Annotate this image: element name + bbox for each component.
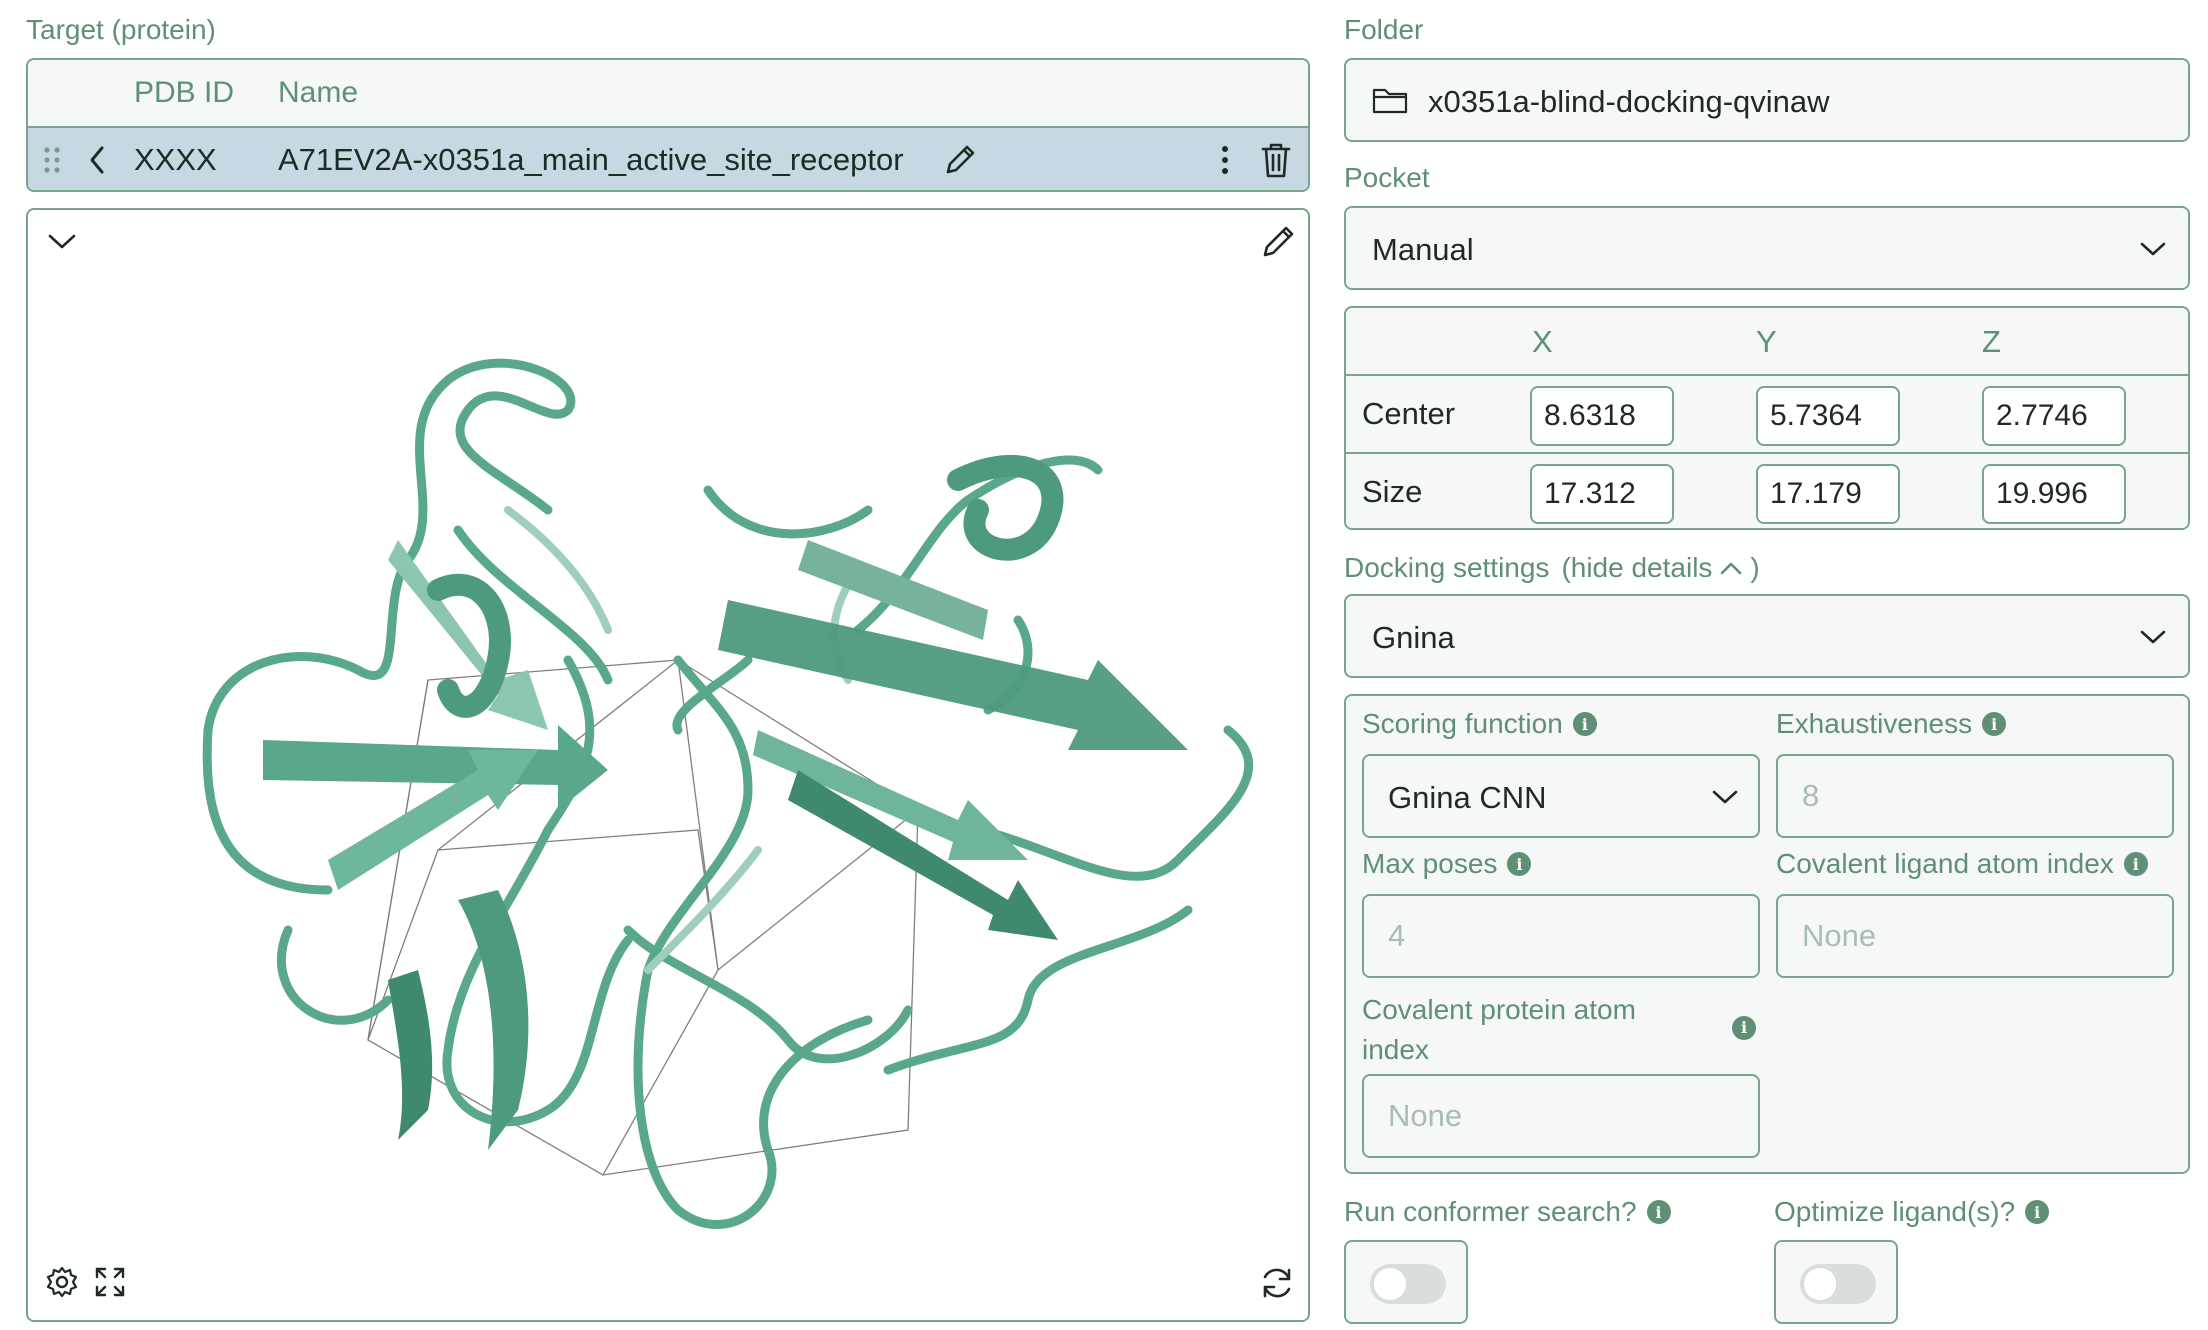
pocket-selected-value: Manual: [1372, 232, 1474, 267]
info-icon[interactable]: i: [1507, 852, 1532, 876]
center-row-label: Center: [1362, 396, 1456, 431]
scoring-function-label-text: Scoring function: [1362, 708, 1563, 739]
scoring-function-label: Scoring function i: [1362, 708, 1597, 740]
optimize-ligands-label: Optimize ligand(s)? i: [1774, 1196, 2050, 1228]
target-name: A71EV2A-x0351a_main_active_site_receptor: [278, 142, 904, 177]
optimize-ligands-toggle[interactable]: [1800, 1264, 1876, 1304]
target-row[interactable]: XXXX A71EV2A-x0351a_main_active_site_rec…: [28, 126, 1308, 190]
chevron-left-icon[interactable]: [82, 142, 112, 178]
info-icon[interactable]: i: [1646, 1200, 1671, 1224]
exhaustiveness-input[interactable]: [1776, 754, 2174, 838]
scoring-function-value: Gnina CNN: [1388, 780, 1547, 815]
covalent-protein-label: Covalent protein atom index i: [1362, 990, 1760, 1070]
hide-details-toggle[interactable]: (hide details ): [1561, 552, 1759, 584]
max-poses-label-text: Max poses: [1362, 848, 1498, 879]
chevron-up-icon: [1721, 562, 1742, 575]
column-z: Z: [1982, 324, 2001, 359]
settings-gear-icon[interactable]: [42, 1262, 82, 1302]
trash-icon[interactable]: [1256, 138, 1296, 182]
protein-3d-viewer[interactable]: [26, 208, 1310, 1322]
docking-settings-label: Docking settings: [1344, 552, 1550, 583]
folder-field[interactable]: x0351a-blind-docking-qvinaw: [1344, 58, 2190, 142]
exhaustiveness-label-text: Exhaustiveness: [1776, 708, 1973, 739]
engine-chevron-down-icon: [2136, 622, 2170, 652]
conformer-search-toggle-box: [1344, 1240, 1468, 1324]
covalent-ligand-label-text: Covalent ligand atom index: [1776, 848, 2114, 879]
column-name: Name: [278, 76, 359, 109]
scoring-function-select[interactable]: Gnina CNN: [1362, 754, 1760, 838]
center-y-input[interactable]: [1756, 386, 1900, 446]
scoring-chevron-down-icon: [1708, 782, 1742, 812]
column-y: Y: [1756, 324, 1777, 359]
pocket-coordinates-table: X Y Z Center Size: [1344, 306, 2190, 530]
target-pdb-id: XXXX: [134, 142, 217, 177]
docking-settings-panel: Scoring function i Gnina CNN Exhaustiven…: [1344, 694, 2190, 1174]
docking-settings-header: Docking settings (hide details ): [1344, 552, 1760, 584]
hide-details-text: (hide details: [1561, 552, 1713, 583]
folder-label: Folder: [1344, 14, 1424, 45]
target-table: PDB ID Name XXXX A71EV2A-x0351a_main_act…: [26, 58, 1310, 192]
center-x-input[interactable]: [1530, 386, 1674, 446]
hide-details-close: ): [1750, 552, 1760, 583]
drag-handle-icon[interactable]: [38, 142, 66, 178]
docking-engine-value: Gnina: [1372, 620, 1455, 655]
covalent-protein-label-line2: index: [1362, 1034, 1429, 1065]
folder-icon: [1370, 82, 1410, 118]
protein-cartoon: [202, 358, 1254, 1229]
size-x-input[interactable]: [1530, 464, 1674, 524]
edit-name-pencil-icon[interactable]: [940, 140, 980, 180]
info-icon[interactable]: i: [2025, 1200, 2050, 1224]
more-options-icon[interactable]: [1210, 140, 1240, 180]
info-icon[interactable]: i: [1982, 712, 2007, 736]
docking-engine-select[interactable]: Gnina: [1344, 594, 2190, 678]
optimize-ligands-label-text: Optimize ligand(s)?: [1774, 1196, 2016, 1227]
pocket-select[interactable]: Manual: [1344, 206, 2190, 290]
conformer-search-toggle[interactable]: [1370, 1264, 1446, 1304]
fullscreen-expand-icon[interactable]: [90, 1262, 130, 1302]
conformer-search-label: Run conformer search? i: [1344, 1196, 1671, 1228]
optimize-ligands-toggle-box: [1774, 1240, 1898, 1324]
folder-value: x0351a-blind-docking-qvinaw: [1428, 84, 1830, 119]
covalent-protein-label-line1: Covalent protein atom: [1362, 994, 1636, 1025]
exhaustiveness-label: Exhaustiveness i: [1776, 708, 2007, 740]
info-icon[interactable]: i: [2123, 852, 2148, 876]
column-x: X: [1532, 324, 1553, 359]
covalent-ligand-input[interactable]: [1776, 894, 2174, 978]
covalent-protein-input[interactable]: [1362, 1074, 1760, 1158]
conformer-search-label-text: Run conformer search?: [1344, 1196, 1637, 1227]
size-y-input[interactable]: [1756, 464, 1900, 524]
info-icon[interactable]: i: [1732, 1016, 1756, 1040]
max-poses-label: Max poses i: [1362, 848, 1532, 880]
pocket-label: Pocket: [1344, 162, 1430, 193]
center-z-input[interactable]: [1982, 386, 2126, 446]
target-section-label: Target (protein): [26, 14, 216, 45]
size-row-label: Size: [1362, 474, 1423, 509]
target-table-header: PDB ID Name: [28, 60, 1308, 126]
pocket-chevron-down-icon: [2136, 234, 2170, 264]
info-icon[interactable]: i: [1572, 712, 1597, 736]
max-poses-input[interactable]: [1362, 894, 1760, 978]
size-z-input[interactable]: [1982, 464, 2126, 524]
reset-view-refresh-icon[interactable]: [1256, 1262, 1298, 1304]
column-pdb-id: PDB ID: [134, 76, 235, 109]
covalent-ligand-label: Covalent ligand atom index i: [1776, 848, 2148, 880]
